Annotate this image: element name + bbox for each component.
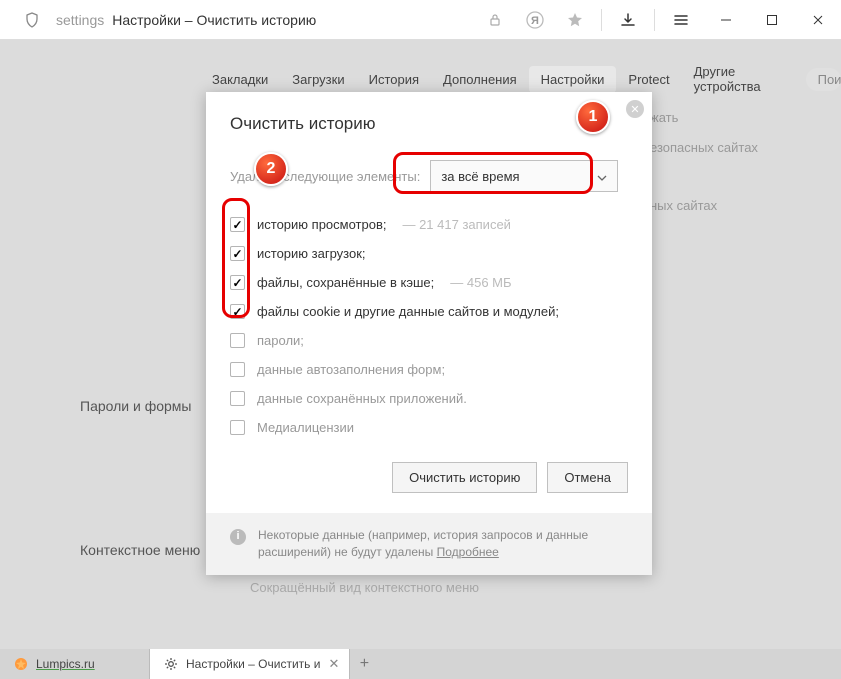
browser-tab-active[interactable]: Настройки – Очистить и ✕ (150, 649, 350, 679)
tab-title: Lumpics.ru (36, 657, 95, 671)
checkbox-label: Медиалицензии (257, 420, 354, 435)
nav-tab-bookmarks[interactable]: Закладки (200, 66, 280, 93)
checkbox-label: историю загрузок; (257, 246, 366, 261)
tab-title: Настройки – Очистить и (186, 657, 320, 671)
url-path: settings (56, 12, 104, 28)
bg-text: ных сайтах (650, 198, 717, 213)
checkbox[interactable] (230, 217, 245, 232)
annotation-badge-1: 1 (576, 100, 610, 134)
checkbox[interactable] (230, 333, 245, 348)
menu-icon[interactable] (667, 6, 695, 34)
checkbox-row: данные сохранённых приложений. (230, 384, 628, 413)
dialog-close-button[interactable]: ✕ (626, 100, 644, 118)
section-label-passwords: Пароли и формы (80, 398, 191, 414)
checkbox[interactable] (230, 420, 245, 435)
checkbox-label: файлы cookie и другие данные сайтов и мо… (257, 304, 559, 319)
checkbox-row: Медиалицензии (230, 413, 628, 442)
browser-tabstrip: Lumpics.ru Настройки – Очистить и ✕ + (0, 649, 841, 679)
bg-text: Сокращённый вид контекстного меню (250, 580, 479, 595)
nav-tab-protect[interactable]: Protect (616, 66, 681, 93)
checkbox-row: файлы, сохранённые в кэше; — 456 МБ (230, 268, 628, 297)
bookmark-star-icon[interactable] (561, 6, 589, 34)
checkbox-row: пароли; (230, 326, 628, 355)
checkbox-extra: — 21 417 записей (402, 217, 510, 232)
time-range-value: за всё время (441, 169, 519, 184)
nav-tab-addons[interactable]: Дополнения (431, 66, 529, 93)
checkbox-row: файлы cookie и другие данные сайтов и мо… (230, 297, 628, 326)
checkbox-extra: — 456 МБ (450, 275, 511, 290)
bg-text: езопасных сайтах (650, 140, 758, 155)
nav-tab-downloads[interactable]: Загрузки (280, 66, 356, 93)
checkbox[interactable] (230, 362, 245, 377)
browser-tab[interactable]: Lumpics.ru (0, 649, 150, 679)
checkbox[interactable] (230, 275, 245, 290)
address-bar[interactable]: settings Настройки – Очистить историю (56, 12, 316, 28)
gear-icon (164, 657, 178, 671)
favicon-icon (14, 657, 28, 671)
checkbox[interactable] (230, 304, 245, 319)
nav-tab-history[interactable]: История (357, 66, 431, 93)
yandex-icon[interactable]: Я (521, 6, 549, 34)
checkbox-label: пароли; (257, 333, 304, 348)
window-minimize-button[interactable] (703, 0, 749, 40)
downloads-icon[interactable] (614, 6, 642, 34)
dialog-title: Очистить историю (230, 114, 628, 134)
footer-text: Некоторые данные (например, история запр… (258, 528, 588, 559)
window-titlebar: settings Настройки – Очистить историю Я (0, 0, 841, 40)
nav-tab-devices[interactable]: Другие устройства (682, 58, 786, 100)
dialog-footer: i Некоторые данные (например, история за… (206, 513, 652, 575)
checkbox-label: файлы, сохранённые в кэше; (257, 275, 434, 290)
clear-history-button[interactable]: Очистить историю (392, 462, 537, 493)
window-maximize-button[interactable] (749, 0, 795, 40)
svg-text:Я: Я (531, 15, 539, 27)
nav-tab-settings[interactable]: Настройки (529, 66, 617, 93)
checkbox-row: историю загрузок; (230, 239, 628, 268)
cancel-button[interactable]: Отмена (547, 462, 628, 493)
checkbox-row: данные автозаполнения форм; (230, 355, 628, 384)
annotation-badge-2: 2 (254, 152, 288, 186)
checkbox-label: историю просмотров; (257, 217, 386, 232)
info-icon: i (230, 529, 246, 545)
bg-text: жать (650, 110, 678, 125)
checkbox-row: историю просмотров; — 21 417 записей (230, 210, 628, 239)
window-close-button[interactable] (795, 0, 841, 40)
checkbox-label: данные сохранённых приложений. (257, 391, 467, 406)
time-range-select[interactable]: за всё время (430, 160, 618, 192)
footer-more-link[interactable]: Подробнее (437, 545, 499, 559)
shield-icon[interactable] (18, 6, 46, 34)
checkbox[interactable] (230, 246, 245, 261)
new-tab-button[interactable]: + (350, 649, 378, 679)
tab-close-icon[interactable]: ✕ (328, 656, 339, 672)
chevron-down-icon (597, 169, 607, 184)
section-label-contextmenu: Контекстное меню (80, 542, 200, 558)
checkbox-label: данные автозаполнения форм; (257, 362, 445, 377)
lock-icon[interactable] (481, 6, 509, 34)
settings-search[interactable]: Пои (806, 68, 841, 91)
checkbox[interactable] (230, 391, 245, 406)
page-title-text: Настройки – Очистить историю (112, 12, 316, 28)
